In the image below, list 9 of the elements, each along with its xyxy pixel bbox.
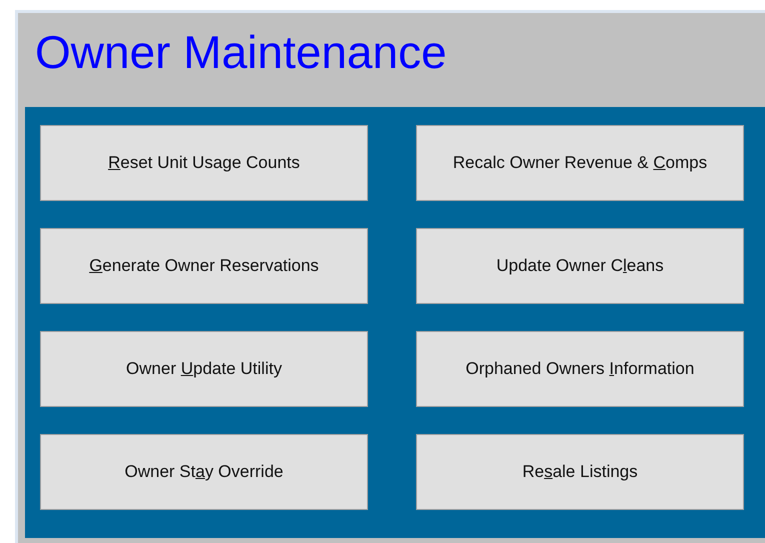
menu-button[interactable]: Recalc Owner Revenue & Comps <box>416 125 744 201</box>
form-title: Owner Maintenance <box>34 25 448 80</box>
menu-button[interactable]: Reset Unit Usage Counts <box>40 125 368 201</box>
menu-button[interactable]: Generate Owner Reservations <box>40 228 368 304</box>
menu-button[interactable]: Owner Update Utility <box>40 331 368 407</box>
menu-button[interactable]: Owner Stay Override <box>40 434 368 510</box>
menu-button[interactable]: Resale Listings <box>416 434 744 510</box>
menu-button[interactable]: Orphaned Owners Information <box>416 331 744 407</box>
menu-button[interactable]: Update Owner Cleans <box>416 228 744 304</box>
